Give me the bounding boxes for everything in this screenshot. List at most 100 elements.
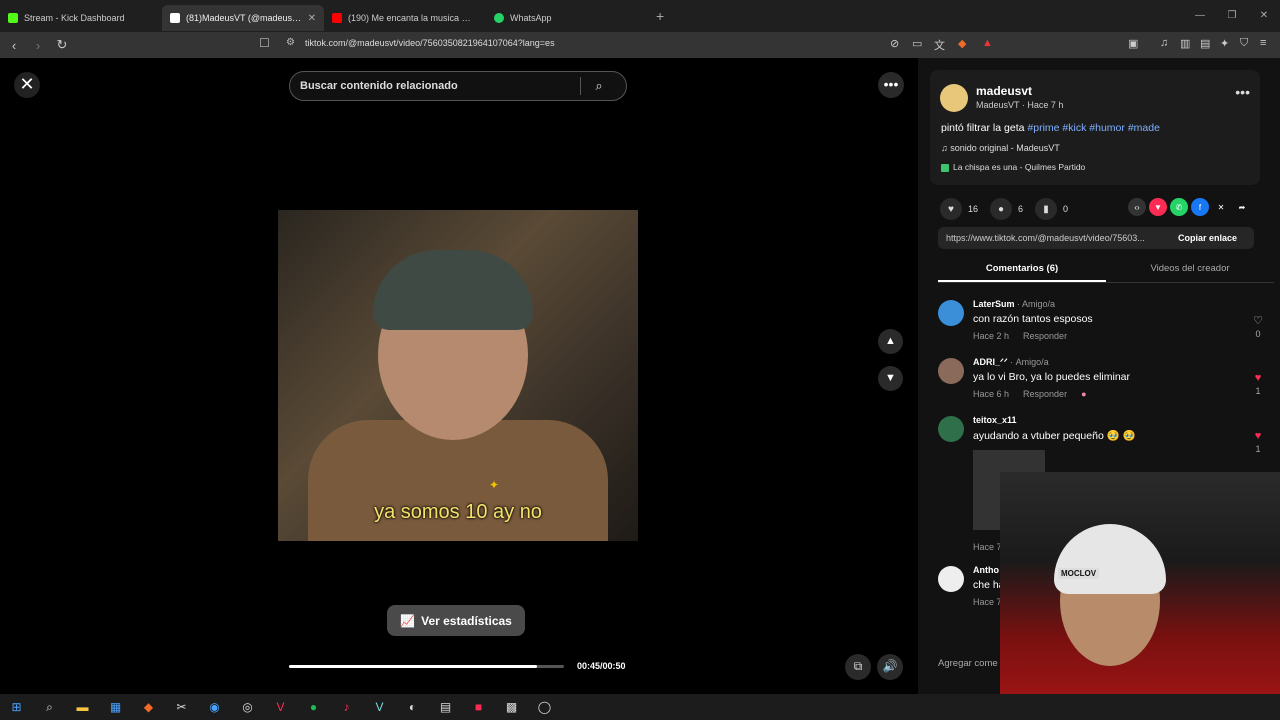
url-field[interactable]: tiktok.com/@madeusvt/video/7560350821964… [305,38,555,48]
second-sound-link[interactable]: La chispa es una - Quilmes Partido [941,162,1085,172]
brave-shield-icon[interactable]: ◆ [958,37,966,50]
vpn-icon[interactable]: ⛉ [1240,37,1248,50]
tab-comments[interactable]: Comentarios (6) [938,256,1106,282]
description-text: pintó filtrar la geta [941,122,1025,134]
volume-button[interactable]: 🔊 [877,654,903,680]
spotify-icon[interactable]: ● [297,700,330,714]
video-caption: ya somos 10 ay no [374,501,542,523]
tracking-icon[interactable]: ⊘ [890,37,899,50]
windows-start-icon[interactable]: ⊞ [0,700,33,714]
video-link[interactable]: https://www.tiktok.com/@madeusvt/video/7… [938,233,1170,243]
minimize-button[interactable]: — [1184,0,1216,32]
comment-text: ayudando a vtuber pequeño 🥹 🥹 [973,430,1136,442]
streamlabs-icon[interactable]: ▤ [429,700,462,714]
translate-icon[interactable]: 文 [934,37,945,53]
like-action[interactable]: ♥ 16 [940,198,978,220]
share-row: ‹› ▼ ✆ f ✕ ➦ [1128,198,1251,216]
tab-tiktok[interactable]: (81)MadeusVT (@madeusvt) | ✕ [162,5,324,31]
window-controls: — ❐ ✕ [1184,0,1280,32]
copy-link-button[interactable]: Copiar enlace [1170,233,1237,243]
leo-icon[interactable]: ✦ [1220,37,1229,50]
brave-icon[interactable]: ◆ [132,700,165,714]
previous-video-button[interactable]: ▲ [878,329,903,354]
screenshot-icon[interactable]: ▣ [1128,37,1138,50]
tab-whatsapp[interactable]: WhatsApp [486,5,648,31]
share-arrow-icon[interactable]: ➦ [1233,198,1251,216]
reply-button[interactable]: Responder [1023,331,1067,341]
view-stats-label: Ver estadísticas [421,613,512,628]
close-tab-icon[interactable]: ✕ [308,13,316,24]
capcut-icon[interactable]: ✂ [165,700,198,714]
v-app-icon[interactable]: V [363,700,396,714]
add-comment-input[interactable]: Agregar come [938,658,998,669]
sound-link[interactable]: ♫ sonido original - MadeusVT [941,143,1060,153]
file-explorer-icon[interactable]: ▬ [66,700,99,714]
avatar[interactable] [940,84,968,112]
close-window-button[interactable]: ✕ [1248,0,1280,32]
obs-icon[interactable]: ◎ [231,700,264,714]
search-input[interactable] [290,80,580,92]
steam-icon[interactable]: ◐ [396,700,429,714]
menu-icon[interactable]: ≡ [1260,37,1266,49]
facebook-share-icon[interactable]: f [1191,198,1209,216]
whatsapp-share-icon[interactable]: ✆ [1170,198,1188,216]
tab-creator-videos[interactable]: Videos del creador [1106,256,1274,282]
video-player[interactable]: ya somos 10 ay no [278,210,638,541]
comment-author-name[interactable]: Antho [973,565,999,575]
comment-action[interactable]: ● 6 [990,198,1023,220]
avatar[interactable] [938,416,964,442]
avatar[interactable] [938,566,964,592]
author-name[interactable]: madeusvt [976,84,1032,98]
webcam-hat [1054,524,1166,594]
site-info-icon[interactable]: ⚙ [286,37,295,48]
hashtag[interactable]: #prime [1027,122,1059,134]
next-video-button[interactable]: ▼ [878,366,903,391]
comment-author[interactable]: ADRI_ᐟᐟ · Amigo/a [973,357,1049,368]
wallet-icon[interactable]: ▤ [1200,37,1210,50]
post-more-icon[interactable]: ••• [1235,84,1250,100]
comment-like[interactable]: ♡ 0 [1248,314,1268,339]
tab-youtube[interactable]: (190) Me encanta la musica 😍 - You [324,5,486,31]
video-progress-bar[interactable] [289,665,564,668]
hashtag[interactable]: #kick [1062,122,1086,134]
bookmark-icon[interactable]: ☐ [259,36,270,50]
ad-app-icon[interactable]: ■ [462,700,495,714]
forward-button[interactable]: › [28,38,48,53]
reply-button[interactable]: Responder [1023,389,1067,399]
comment-like[interactable]: ♥ 1 [1248,430,1268,454]
embed-icon[interactable]: ‹› [1128,198,1146,216]
rewards-icon[interactable]: ▲ [982,37,993,49]
close-video-button[interactable]: ✕ [14,72,40,98]
pip-button[interactable]: ⧉ [845,654,871,680]
app-icon[interactable]: ◯ [528,700,561,714]
sidebar-icon[interactable]: ▥ [1180,37,1190,50]
x-share-icon[interactable]: ✕ [1212,198,1230,216]
browser-tab-bar: Stream - Kick Dashboard (81)MadeusVT (@m… [0,0,1280,32]
avatar[interactable] [938,300,964,326]
hashtag[interactable]: #made [1128,122,1160,134]
hashtag[interactable]: #humor [1089,122,1125,134]
store-icon[interactable]: ▦ [99,700,132,714]
new-tab-button[interactable]: + [656,8,664,24]
reload-button[interactable]: ↻ [52,37,72,53]
back-button[interactable]: ‹ [4,38,24,53]
more-options-button[interactable]: ••• [878,72,904,98]
valorant-icon[interactable]: V [264,700,297,714]
comment-like[interactable]: ♥ 1 [1248,372,1268,396]
view-stats-button[interactable]: 📈 Ver estadísticas [387,605,525,636]
maximize-button[interactable]: ❐ [1216,0,1248,32]
search-icon[interactable]: ⌕ [33,700,66,715]
youtube-icon [332,13,342,23]
avatar[interactable] [938,358,964,384]
search-icon[interactable]: ⌕ [581,78,617,94]
tab-kick[interactable]: Stream - Kick Dashboard [0,5,162,31]
media-icon[interactable]: ♫ [1160,37,1168,49]
save-action[interactable]: ▮ 0 [1035,198,1068,220]
epic-icon[interactable]: ▩ [495,700,528,714]
comment-author[interactable]: LaterSum · Amigo/a [973,299,1055,309]
chrome-icon[interactable]: ◉ [198,700,231,714]
cast-icon[interactable]: ▭ [912,37,922,50]
tiktok-live-icon[interactable]: ♪ [330,700,363,714]
comment-author[interactable]: teitox_x11 [973,415,1017,425]
send-icon[interactable]: ▼ [1149,198,1167,216]
